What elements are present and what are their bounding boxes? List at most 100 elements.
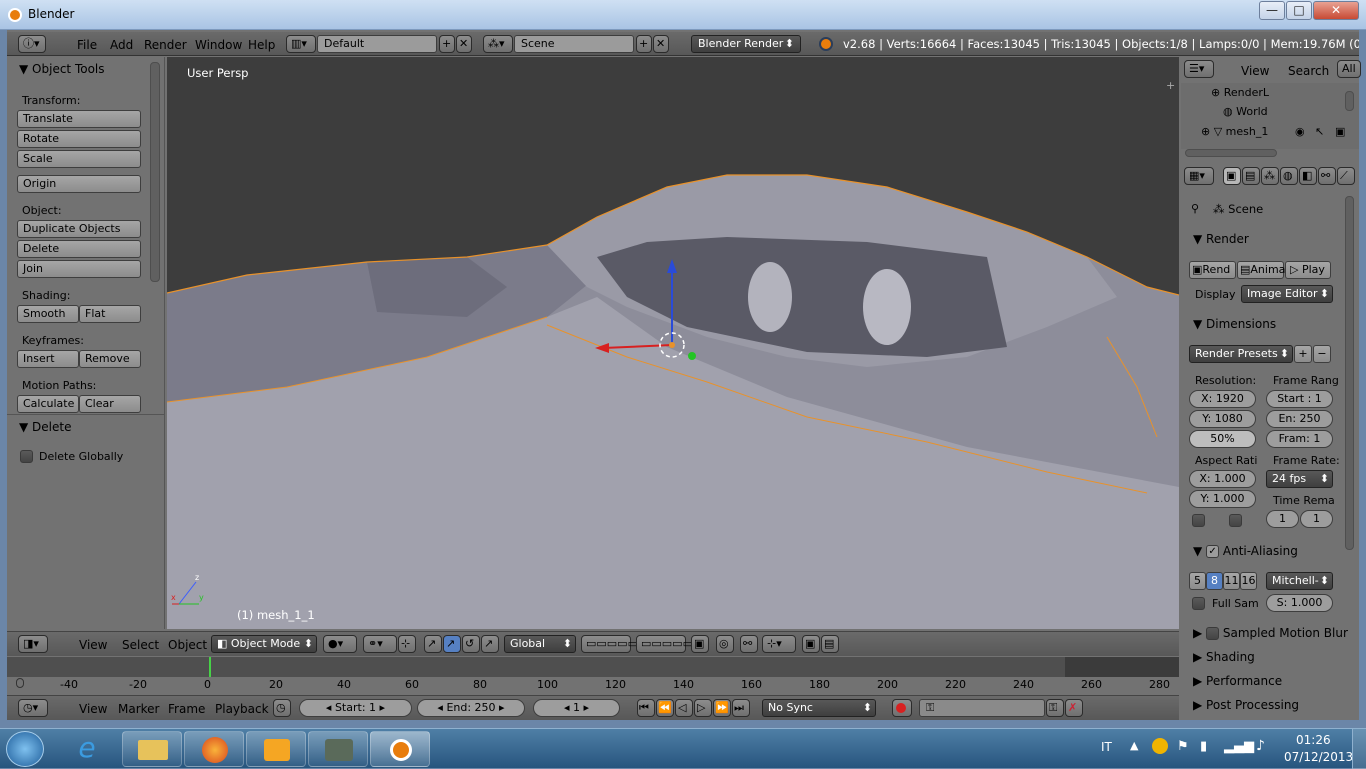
outliner-h-scrollbar[interactable] (1185, 149, 1277, 157)
properties-toggle-icon[interactable]: + (1166, 79, 1175, 92)
timeline-menu-view[interactable]: View (79, 702, 107, 716)
scene-remove-icon[interactable]: ✕ (653, 35, 669, 53)
scene-selector-button[interactable]: ⁂▾ (483, 35, 513, 53)
delete-button[interactable]: Delete (17, 240, 141, 258)
aa-samples-11[interactable]: 11 (1223, 572, 1240, 590)
timeline[interactable]: -40 -20 0 20 40 60 80 100 120 140 160 18… (7, 657, 1179, 695)
transform-orientation-dropdown[interactable]: Global ⬍ (504, 635, 576, 653)
sampled-motion-blur-header[interactable]: ▶ Sampled Motion Blur (1193, 626, 1348, 640)
render-presets-dropdown[interactable]: Render Presets ⬍ (1189, 345, 1293, 363)
full-sample-checkbox[interactable] (1192, 597, 1205, 610)
render-engine-dropdown[interactable]: Blender Render ⬍ (691, 35, 801, 53)
current-frame-input[interactable]: ◂ 1 ▸ (533, 699, 620, 717)
scene-add-icon[interactable]: + (636, 35, 652, 53)
frame-end-field[interactable]: En: 250 (1266, 410, 1333, 428)
jump-start-icon[interactable]: ⏮ (637, 699, 655, 717)
outliner-item-renderlayers[interactable]: ⊕ RenderL (1211, 86, 1269, 99)
render-tab-icon[interactable]: ▣ (1223, 167, 1241, 185)
timeline-editor-type-button[interactable]: ◷▾ (18, 699, 48, 717)
join-button[interactable]: Join (17, 260, 141, 278)
current-frame-marker[interactable] (209, 657, 211, 677)
internet-explorer-icon[interactable]: e (58, 731, 116, 767)
post-processing-panel-header[interactable]: ▶ Post Processing (1193, 698, 1299, 712)
remove-keyframe-button[interactable]: Remove (79, 350, 141, 368)
y-axis-handle-icon[interactable] (688, 352, 696, 360)
resolution-y-field[interactable]: Y: 1080 (1189, 410, 1256, 428)
crop-checkbox[interactable] (1229, 514, 1242, 527)
calculate-button[interactable]: Calculate (17, 395, 79, 413)
aa-filter-dropdown[interactable]: Mitchell- ⬍ (1266, 572, 1333, 590)
aa-samples-5[interactable]: 5 (1189, 572, 1206, 590)
toolshelf-scrollbar[interactable] (150, 62, 160, 282)
jump-keyframe-back-icon[interactable]: ⏪ (656, 699, 674, 717)
delete-operator-header[interactable]: ▼ Delete (19, 420, 71, 434)
firefox-icon[interactable] (184, 731, 244, 767)
clear-button[interactable]: Clear (79, 395, 141, 413)
volume-icon[interactable]: ♪ (1256, 738, 1265, 754)
time-remap-new-field[interactable]: 1 (1300, 510, 1333, 528)
outliner-item-mesh[interactable]: ⊕ ▽ mesh_1 ◉ ↖ ▣ (1201, 125, 1357, 138)
z-axis-arrow-icon[interactable] (667, 259, 677, 273)
render-opengl-anim-icon[interactable]: ▤ (821, 635, 839, 653)
manipulator-rotate-icon[interactable]: ↺ (462, 635, 480, 653)
outliner-menu-search[interactable]: Search (1288, 64, 1329, 78)
aa-filter-size-field[interactable]: S: 1.000 (1266, 594, 1333, 612)
layout-name-field[interactable]: Default (317, 35, 437, 53)
duplicate-objects-button[interactable]: Duplicate Objects (17, 220, 141, 238)
render-layers-tab-icon[interactable]: ▤ (1242, 167, 1260, 185)
outliner-editor-type-button[interactable]: ☰▾ (1184, 60, 1214, 78)
selectable-cursor-icon[interactable]: ↖ (1315, 125, 1324, 138)
menu-help[interactable]: Help (248, 38, 275, 52)
manipulator-active-icon[interactable]: ↗ (443, 635, 461, 653)
start-button-icon[interactable] (6, 731, 44, 767)
constraints-tab-icon[interactable]: ⚯ (1318, 167, 1336, 185)
play-button[interactable]: ▷ Play (1285, 261, 1331, 279)
menu-add[interactable]: Add (110, 38, 133, 52)
insert-keyframe-icon[interactable]: ⚿ (1046, 699, 1064, 717)
mode-dropdown[interactable]: ◧ Object Mode ⬍ (211, 635, 317, 653)
render-opengl-icon[interactable]: ▣ (802, 635, 820, 653)
resolution-x-field[interactable]: X: 1920 (1189, 390, 1256, 408)
editor-type-info-button[interactable]: ⓘ▾ (18, 35, 46, 53)
viewport-menu-object[interactable]: Object (168, 638, 207, 652)
frame-start-input[interactable]: ◂ Start: 1 ▸ (299, 699, 412, 717)
manipulator-translate-icon[interactable]: ↗ (424, 635, 442, 653)
shading-panel-header[interactable]: ▶ Shading (1193, 650, 1255, 664)
insert-keyframe-button[interactable]: Insert (17, 350, 79, 368)
aa-samples-8[interactable]: 8 (1206, 572, 1223, 590)
manipulator-toggle-icon[interactable]: ⊹ (398, 635, 416, 653)
jump-keyframe-forward-icon[interactable]: ⏩ (713, 699, 731, 717)
pin-icon[interactable]: ⚲ (1191, 202, 1199, 215)
outliner-item-world[interactable]: ◍ World (1223, 105, 1268, 118)
anti-aliasing-panel-header[interactable]: ▼ ✓ Anti-Aliasing (1193, 544, 1298, 558)
dimensions-panel-header[interactable]: ▼ Dimensions (1193, 317, 1276, 331)
layout-selector-button[interactable]: ▥▾ (286, 35, 316, 53)
render-panel-header[interactable]: ▼ Render (1193, 232, 1249, 246)
timeline-menu-playback[interactable]: Playback (215, 702, 269, 716)
aa-samples-16[interactable]: 16 (1240, 572, 1257, 590)
anti-aliasing-checkbox[interactable]: ✓ (1206, 545, 1220, 558)
layout-add-icon[interactable]: + (439, 35, 455, 53)
aspect-y-field[interactable]: Y: 1.000 (1189, 490, 1256, 508)
maximize-button[interactable]: □ (1286, 1, 1312, 20)
clock-date[interactable]: 07/12/2013 (1284, 750, 1353, 764)
render-image-button[interactable]: ▣Rend (1189, 261, 1236, 279)
transform-manipulator[interactable] (595, 255, 705, 370)
viewport-editor-type-button[interactable]: ◨▾ (18, 635, 48, 653)
game-app-icon[interactable] (308, 731, 368, 767)
preset-remove-icon[interactable]: − (1313, 345, 1331, 363)
frame-end-input[interactable]: ◂ End: 250 ▸ (417, 699, 525, 717)
timeline-scroll-left-handle[interactable] (16, 678, 24, 688)
battery-icon[interactable]: ▮ (1200, 739, 1207, 754)
outliner-menu-view[interactable]: View (1241, 64, 1269, 78)
time-remap-old-field[interactable]: 1 (1266, 510, 1299, 528)
tray-flag-icon[interactable]: ⚑ (1177, 739, 1189, 754)
lock-layers-icon[interactable]: ▣ (691, 635, 709, 653)
visibility-eye-icon[interactable]: ◉ (1295, 125, 1305, 138)
smooth-button[interactable]: Smooth (17, 305, 79, 323)
layout-remove-icon[interactable]: ✕ (456, 35, 472, 53)
layers-block-2[interactable]: ▭▭▭▭▭ (636, 635, 693, 653)
manipulator-scale-icon[interactable]: ↗ (481, 635, 499, 653)
object-tab-icon[interactable]: ◧ (1299, 167, 1317, 185)
snap-icon[interactable]: ⚯ (740, 635, 758, 653)
